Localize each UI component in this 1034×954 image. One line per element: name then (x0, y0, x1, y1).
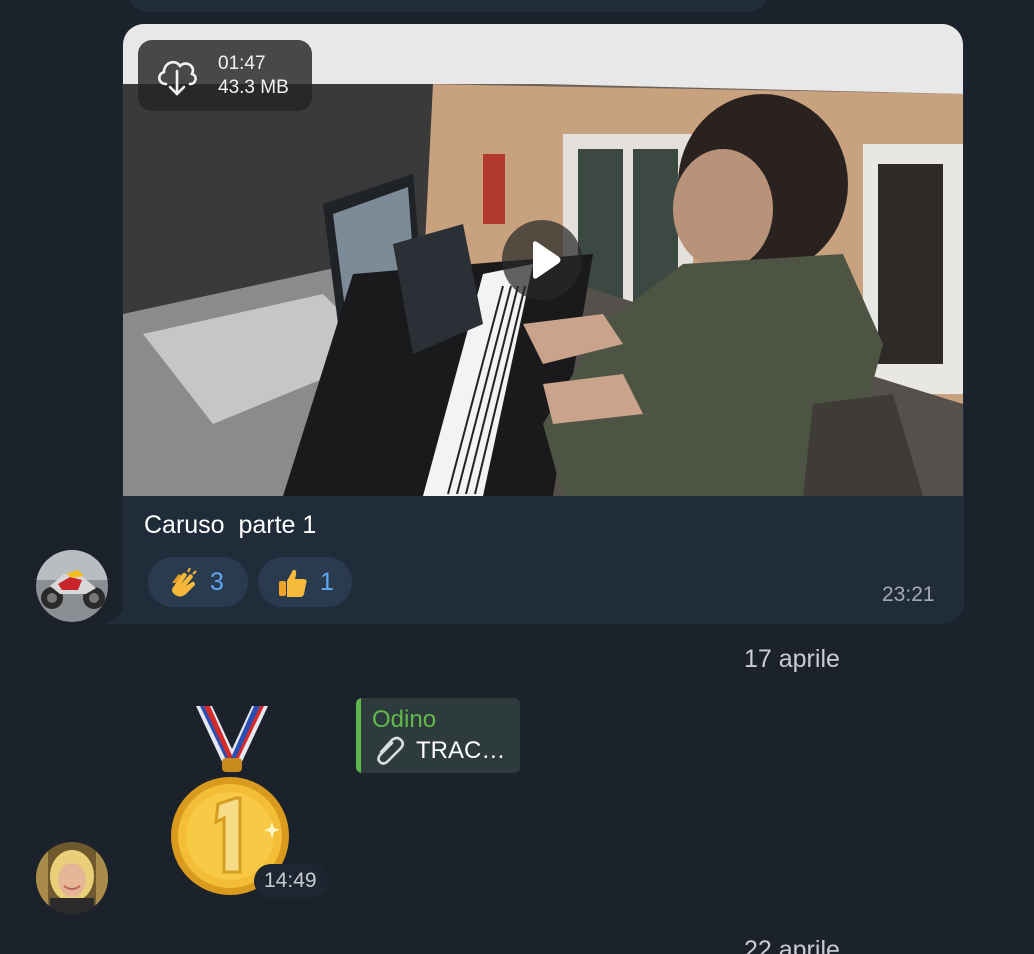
sticker-timestamp-pill: 14:49 (254, 864, 328, 898)
paperclip-icon (377, 736, 405, 765)
reaction-count: 1 (320, 568, 334, 596)
reaction-clap[interactable]: 3 (148, 557, 248, 607)
download-chip[interactable]: 01:47 43.3 MB (138, 40, 312, 111)
reply-preview[interactable]: Odino TRAC… (356, 698, 520, 773)
video-file-size: 43.3 MB (218, 77, 289, 98)
bubble-tail (104, 588, 144, 624)
reaction-thumbs-up[interactable]: 1 (258, 557, 352, 607)
play-icon (533, 241, 561, 279)
cloud-download-icon[interactable] (154, 54, 200, 98)
chat-view: 01:47 43.3 MB Caruso parte 1 3 1 23:21 1… (0, 0, 1034, 954)
sender-avatar[interactable] (36, 842, 108, 914)
previous-message-bubble[interactable] (128, 0, 768, 12)
video-duration: 01:47 (218, 53, 266, 74)
message-timestamp: 23:21 (882, 583, 935, 606)
reply-text: TRAC… (416, 737, 506, 764)
date-separator: 17 aprile (744, 645, 840, 673)
video-caption: Caruso parte 1 (144, 511, 317, 539)
reaction-count: 3 (210, 568, 224, 596)
reply-author: Odino (372, 706, 437, 733)
reply-accent-bar (356, 698, 361, 773)
play-button[interactable] (502, 220, 582, 300)
date-separator: 22 aprile (744, 936, 840, 954)
sticker-timestamp: 14:49 (264, 869, 317, 892)
thumbs-up-icon (279, 569, 307, 597)
sender-avatar[interactable] (36, 550, 108, 622)
clapping-hands-icon (172, 567, 197, 597)
